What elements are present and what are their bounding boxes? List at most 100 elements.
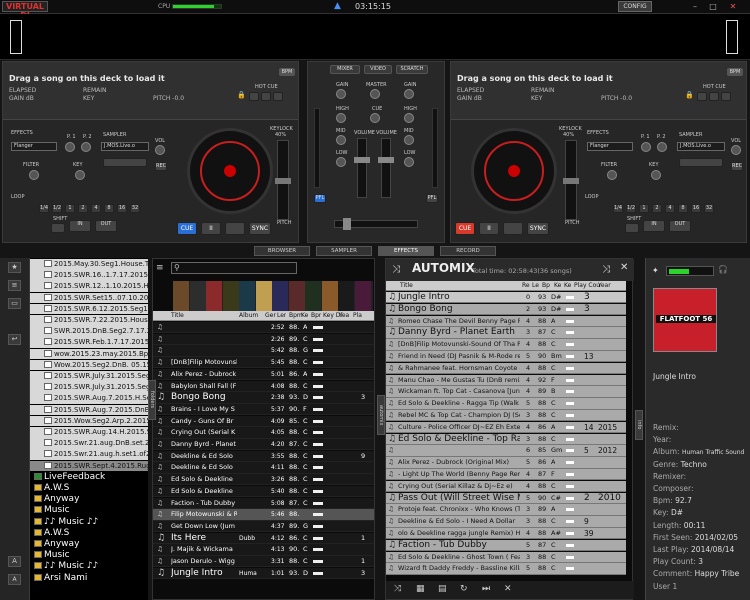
deck-right-pitch-slider[interactable] [563, 140, 579, 220]
table-row[interactable]: ♫ Deekline & Ed Solo 4:11 88. C [153, 462, 374, 474]
mixer-volume-left-fader[interactable] [354, 138, 370, 198]
table-row[interactable]: ♫ olo & Deekline ragga jungle Remix) HD 3… [386, 528, 626, 540]
folder-item[interactable]: 2015.Swr.21.aug.DnB.set.2.of2 [30, 438, 148, 449]
deck-left-loop-size-button[interactable]: 1/4 [39, 204, 49, 213]
maximize-icon[interactable]: □ [708, 2, 718, 12]
column-header[interactable]: Title [171, 311, 184, 321]
deck-right-loop-size-button[interactable]: 16 [691, 204, 701, 213]
column-header[interactable]: Le [532, 281, 539, 291]
triangle-icon[interactable]: ▲ [334, 1, 344, 11]
mixer-master-knob[interactable] [370, 89, 380, 99]
folder-item[interactable]: Music [30, 550, 148, 561]
playlist-icon[interactable]: ≡ [8, 280, 21, 291]
shuffle-icon[interactable]: ⤨ [392, 264, 400, 275]
table-row[interactable]: ♫ Deekline & Ed Solo 3:55 88. C 9 [153, 450, 374, 463]
table-row[interactable]: ♫ Manu Chao - Me Gustas Tu (DnB remix b 49… [386, 374, 626, 386]
deck-right-jogwheel[interactable] [471, 128, 557, 214]
column-header[interactable]: Yea [339, 311, 349, 321]
table-row[interactable]: ♫ Romeo Chase The Devil Benny Page Rem 4 88… [386, 315, 626, 327]
folder-item[interactable]: 2015.May.30.Seg1.House.This [30, 259, 148, 270]
lock-icon[interactable]: 🔒 [685, 91, 694, 99]
table-row[interactable]: ♫ Ed Solo & Deekline 5:40 88. C [153, 485, 374, 498]
deck-right-loop-size-button[interactable]: 32 [704, 204, 714, 213]
shuffle-icon[interactable]: ⤨ [394, 584, 401, 594]
deck-left-p2-knob[interactable] [81, 142, 91, 152]
album-cover-thumb[interactable] [222, 281, 239, 311]
close-icon[interactable]: ✕ [620, 262, 628, 273]
deck-right-vol-knob[interactable] [731, 145, 741, 155]
deck-left-shift-button[interactable] [51, 223, 65, 233]
deck-right-p2-knob[interactable] [657, 142, 667, 152]
back-icon[interactable]: ↩ [8, 334, 21, 345]
album-cover-thumb[interactable] [255, 281, 272, 311]
deck-left-rec-button[interactable]: REC [155, 162, 167, 171]
folder-item[interactable]: Wow.2015.Seg2.DnB. 05.15.2015 [30, 359, 148, 371]
album-cover-thumb[interactable] [321, 281, 338, 311]
deck-left-bpm-button[interactable]: BPM [279, 68, 295, 76]
table-row[interactable]: ♫ Faction - Tub Dubby 5:08 87. C [153, 497, 374, 509]
deck-right-shift-button[interactable] [625, 223, 639, 233]
deck-right-hotcue-3[interactable] [721, 92, 731, 101]
minimize-icon[interactable]: – [690, 2, 700, 12]
column-header[interactable]: Ger [265, 311, 276, 321]
deck-left-loop-size-button[interactable]: 4 [91, 204, 101, 213]
folder-item[interactable]: 2015.SWR.6.12.2015.Seg1.&.2 [30, 303, 148, 315]
deck-left-loop-size-button[interactable]: 32 [130, 204, 140, 213]
deck-right-in-button[interactable]: IN [643, 220, 665, 232]
deck-right-bpm-button[interactable]: BPM [727, 68, 743, 76]
folders-side-tab[interactable]: folders [148, 380, 156, 420]
deck-left-effect-select[interactable]: Flanger [11, 142, 57, 151]
table-row[interactable]: ♫ 2:52 88. A [153, 322, 374, 334]
deck-right-filter-knob[interactable] [607, 170, 617, 180]
config-button[interactable]: CONFIG [618, 1, 652, 12]
font-size-small-icon[interactable]: A [8, 574, 21, 585]
deck-left-sync-button[interactable]: SYNC [249, 222, 271, 235]
deck-left-play-button[interactable]: II [201, 222, 221, 235]
column-header[interactable]: Bpr [311, 311, 321, 321]
file-list-header[interactable]: Title Album Ger Ler Bpm Ke Bpr Key Di Yea Pla [153, 311, 374, 321]
automix-side-tab[interactable]: automix [377, 395, 385, 435]
table-row[interactable]: ♫ Ed Solo & Deekline - Ragga Tip (Walk Sk… [386, 398, 626, 410]
mixer-low-left-knob[interactable] [336, 157, 346, 167]
album-cover-thumb[interactable] [338, 281, 354, 311]
mixer-high-right-knob[interactable] [404, 113, 414, 123]
table-row[interactable]: ♫ Rebel MC & Top Cat - Champion DJ (Seri 3… [386, 410, 626, 422]
lock-icon[interactable]: 🔒 [237, 91, 246, 99]
table-row[interactable]: ♫ Faction - Tub Dubby 5 87 C [386, 539, 626, 552]
table-row[interactable]: ♫ & Rahmanee feat. Hornsman Coyote - O 4 88… [386, 362, 626, 375]
waveform-display[interactable] [0, 14, 750, 60]
deck-left-sampler-pads[interactable] [103, 158, 147, 167]
tab-scratch[interactable]: SCRATCH [396, 65, 428, 74]
deck-left-hotcue-3[interactable] [273, 92, 283, 101]
folder-item[interactable]: Arsi Nami [30, 572, 148, 584]
table-row[interactable]: ♫ Culture - Police Officer DJ~EZ Eh Exte 4… [386, 421, 626, 434]
album-cover-thumb[interactable] [189, 281, 206, 311]
list-view-icon[interactable]: ≡ [156, 263, 164, 273]
table-row[interactable]: ♫ Wizard ft Daddy Freddy - Bassline Killa… [386, 563, 626, 575]
column-header[interactable]: Title [400, 281, 413, 291]
folder-item[interactable]: wow.2015.23.may.2015.Bpm12 [30, 348, 148, 360]
table-row[interactable]: ♫ Protoje feat. Chronixx - Who Knows (Tur… [386, 504, 626, 516]
deck-right-stop-button[interactable] [503, 222, 523, 235]
deck-left-jogwheel[interactable] [187, 128, 273, 214]
table-row[interactable]: ♫ Friend in Need (DJ Pasnik & M-Rode rem 5… [386, 351, 626, 363]
column-header[interactable]: Play Cou [574, 281, 600, 291]
table-row[interactable]: ♫ Babylon Shall Fall (F 4:08 88. C [153, 380, 374, 392]
table-row[interactable]: ♫ Jungle Intro 0 93 D# 3 [386, 292, 626, 304]
album-cover-thumb[interactable] [173, 281, 189, 311]
table-row[interactable]: ♫ Its Here Dubb 4:12 86. C 1 [153, 532, 374, 544]
deck-right-hotcue-2[interactable] [709, 92, 719, 101]
folder-item[interactable]: LiveFeedback [30, 471, 148, 483]
column-header[interactable]: Ke [301, 311, 308, 321]
info-side-tab[interactable]: info [635, 410, 643, 440]
deck-right-cue-button[interactable]: CUE [455, 222, 475, 235]
mixer-low-right-knob[interactable] [404, 157, 414, 167]
folder-item[interactable]: 2015.SWR.Sept.4.2015.Rugga [30, 460, 148, 472]
pin-icon[interactable]: ✦ [652, 266, 659, 275]
deck-right-loop-size-button[interactable]: 1/4 [613, 204, 623, 213]
table-row[interactable]: ♫ Jungle Intro Huma 1:01 93. D 3 [153, 567, 374, 580]
folder-item[interactable]: Music [30, 505, 148, 516]
mixer-mid-right-knob[interactable] [404, 135, 414, 145]
deck-left-hotcue-1[interactable] [249, 92, 259, 101]
table-row[interactable]: ♫ 5:42 88. G [153, 345, 374, 357]
